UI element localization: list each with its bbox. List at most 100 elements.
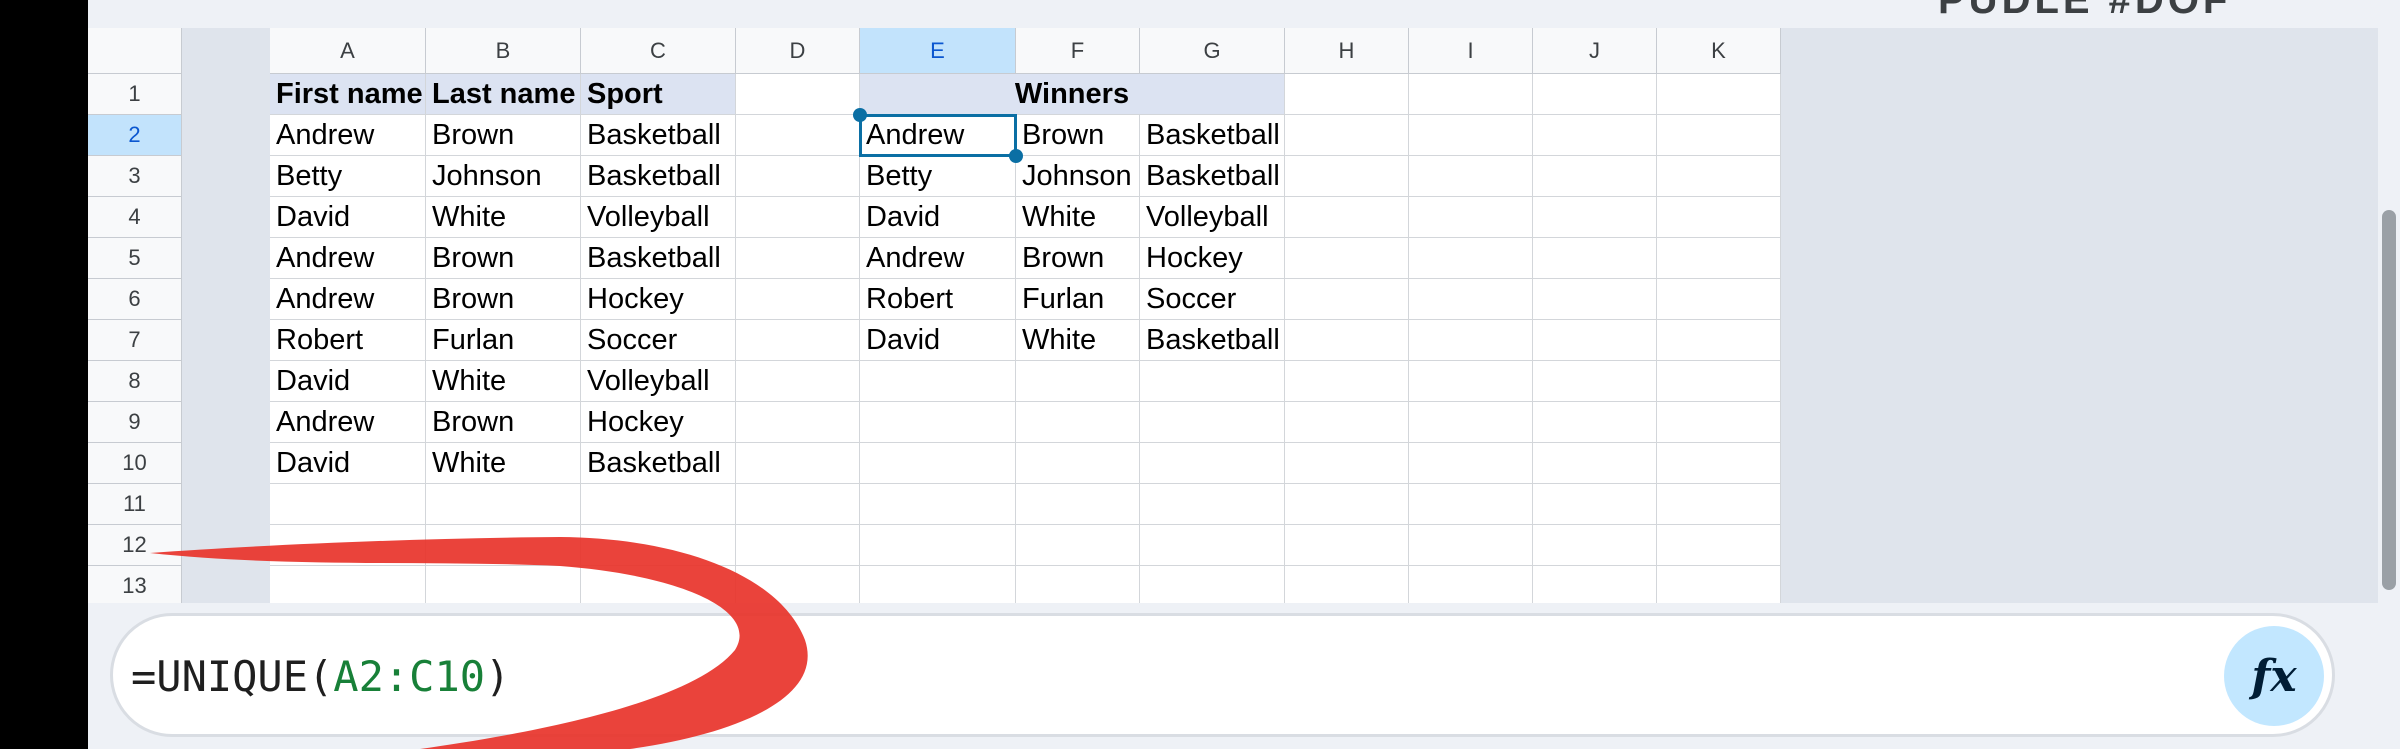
cell-k10[interactable] [1657, 443, 1781, 484]
cell-h1[interactable] [1285, 74, 1409, 115]
cell-i2[interactable] [1409, 115, 1533, 156]
cell-c10[interactable]: Basketball [581, 443, 736, 484]
cell-b7[interactable]: Furlan [426, 320, 581, 361]
cell-e5[interactable]: Andrew [860, 238, 1016, 279]
cell-k5[interactable] [1657, 238, 1781, 279]
cell-d5[interactable] [736, 238, 860, 279]
cell-a2[interactable]: Andrew [270, 115, 426, 156]
cell-h2[interactable] [1285, 115, 1409, 156]
column-header-j[interactable]: J [1533, 28, 1657, 74]
cell-f8[interactable] [1016, 361, 1140, 402]
cell-f5[interactable]: Brown [1016, 238, 1140, 279]
cell-i12[interactable] [1409, 525, 1533, 566]
cell-b9[interactable]: Brown [426, 402, 581, 443]
cell-b2[interactable]: Brown [426, 115, 581, 156]
cell-d9[interactable] [736, 402, 860, 443]
select-all-corner[interactable] [88, 28, 182, 74]
cell-j2[interactable] [1533, 115, 1657, 156]
cell-g8[interactable] [1140, 361, 1285, 402]
cell-g2[interactable]: Basketball [1140, 115, 1285, 156]
cell-a10[interactable]: David [270, 443, 426, 484]
cell-i6[interactable] [1409, 279, 1533, 320]
cell-d2[interactable] [736, 115, 860, 156]
row-header-11[interactable]: 11 [88, 484, 182, 525]
row-header-4[interactable]: 4 [88, 197, 182, 238]
scrollbar-thumb[interactable] [2382, 210, 2396, 590]
cell-b10[interactable]: White [426, 443, 581, 484]
cell-b5[interactable]: Brown [426, 238, 581, 279]
cell-a3[interactable]: Betty [270, 156, 426, 197]
cell-j5[interactable] [1533, 238, 1657, 279]
cell-a9[interactable]: Andrew [270, 402, 426, 443]
cell-d1[interactable] [736, 74, 860, 115]
cell-i7[interactable] [1409, 320, 1533, 361]
cell-b6[interactable]: Brown [426, 279, 581, 320]
cell-a8[interactable]: David [270, 361, 426, 402]
cell-j11[interactable] [1533, 484, 1657, 525]
cell-c11[interactable] [581, 484, 736, 525]
cell-d6[interactable] [736, 279, 860, 320]
cell-e7[interactable]: David [860, 320, 1016, 361]
cell-c9[interactable]: Hockey [581, 402, 736, 443]
cell-d12[interactable] [736, 525, 860, 566]
cell-e1[interactable]: Winners [860, 74, 1285, 115]
row-header-3[interactable]: 3 [88, 156, 182, 197]
row-header-10[interactable]: 10 [88, 443, 182, 484]
cell-i5[interactable] [1409, 238, 1533, 279]
cell-f6[interactable]: Furlan [1016, 279, 1140, 320]
cell-j9[interactable] [1533, 402, 1657, 443]
row-header-12[interactable]: 12 [88, 525, 182, 566]
cell-k13[interactable] [1657, 566, 1781, 603]
cell-h8[interactable] [1285, 361, 1409, 402]
cell-e4[interactable]: David [860, 197, 1016, 238]
cell-j10[interactable] [1533, 443, 1657, 484]
cell-h6[interactable] [1285, 279, 1409, 320]
cell-f11[interactable] [1016, 484, 1140, 525]
column-header-e[interactable]: E [860, 28, 1016, 74]
formula-input[interactable]: =UNIQUE(A2:C10) fx [110, 613, 2335, 737]
cell-i3[interactable] [1409, 156, 1533, 197]
vertical-scrollbar[interactable] [2378, 0, 2400, 749]
cell-j6[interactable] [1533, 279, 1657, 320]
cell-a1[interactable]: First name [270, 74, 426, 115]
cell-f4[interactable]: White [1016, 197, 1140, 238]
cell-c6[interactable]: Hockey [581, 279, 736, 320]
cell-f2[interactable]: Brown [1016, 115, 1140, 156]
selection-handle-bottom-right[interactable] [1009, 149, 1023, 163]
cell-k3[interactable] [1657, 156, 1781, 197]
cell-e8[interactable] [860, 361, 1016, 402]
cell-h9[interactable] [1285, 402, 1409, 443]
cell-j12[interactable] [1533, 525, 1657, 566]
cell-b3[interactable]: Johnson [426, 156, 581, 197]
cell-f10[interactable] [1016, 443, 1140, 484]
cell-k11[interactable] [1657, 484, 1781, 525]
cell-b13[interactable] [426, 566, 581, 603]
cell-d10[interactable] [736, 443, 860, 484]
cell-c7[interactable]: Soccer [581, 320, 736, 361]
column-header-i[interactable]: I [1409, 28, 1533, 74]
row-header-1[interactable]: 1 [88, 74, 182, 115]
cell-g4[interactable]: Volleyball [1140, 197, 1285, 238]
column-header-d[interactable]: D [736, 28, 860, 74]
cell-i10[interactable] [1409, 443, 1533, 484]
cell-j8[interactable] [1533, 361, 1657, 402]
column-header-a[interactable]: A [270, 28, 426, 74]
cell-e9[interactable] [860, 402, 1016, 443]
cell-a5[interactable]: Andrew [270, 238, 426, 279]
cell-j1[interactable] [1533, 74, 1657, 115]
cell-f13[interactable] [1016, 566, 1140, 603]
cell-g6[interactable]: Soccer [1140, 279, 1285, 320]
cell-g9[interactable] [1140, 402, 1285, 443]
cell-b8[interactable]: White [426, 361, 581, 402]
column-header-g[interactable]: G [1140, 28, 1285, 74]
cell-a7[interactable]: Robert [270, 320, 426, 361]
row-header-13[interactable]: 13 [88, 566, 182, 603]
cell-h12[interactable] [1285, 525, 1409, 566]
cell-g10[interactable] [1140, 443, 1285, 484]
cell-d11[interactable] [736, 484, 860, 525]
cell-a12[interactable] [270, 525, 426, 566]
cell-i4[interactable] [1409, 197, 1533, 238]
cell-j4[interactable] [1533, 197, 1657, 238]
cell-j13[interactable] [1533, 566, 1657, 603]
cell-c3[interactable]: Basketball [581, 156, 736, 197]
